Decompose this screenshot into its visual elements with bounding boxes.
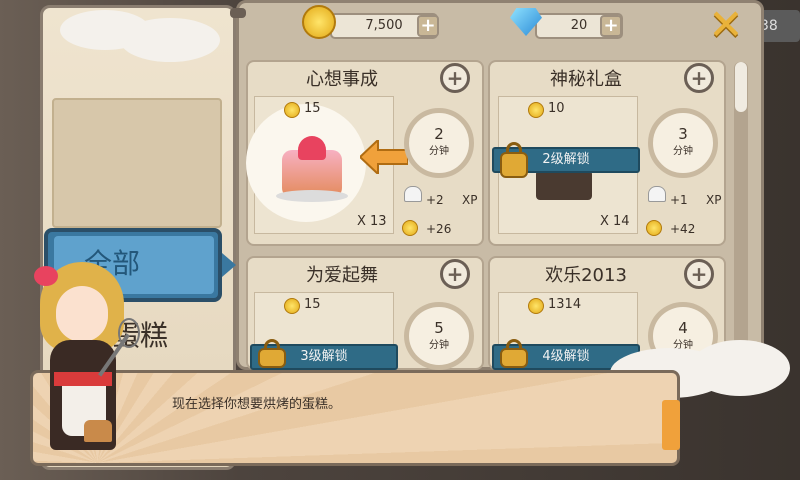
- tutorial-dialog[interactable]: [30, 370, 680, 466]
- cupcake-icon: [84, 420, 112, 442]
- lock-icon: [258, 348, 286, 368]
- recipe-title: 心想事成: [306, 69, 378, 90]
- whisk-icon: [118, 318, 140, 348]
- chef-icon: [648, 186, 666, 202]
- zoom-icon[interactable]: +: [684, 63, 714, 93]
- gem-balance-value: 20: [570, 18, 588, 33]
- bake-minutes: 4: [678, 319, 688, 337]
- coin-icon: [528, 102, 544, 118]
- clock-icon: 3 分钟: [648, 108, 718, 178]
- cloud-decoration: [690, 340, 790, 396]
- lock-icon: [500, 348, 528, 368]
- side-counter: 38: [758, 10, 800, 42]
- recipe-price: 1314: [548, 297, 582, 312]
- category-slot: [52, 98, 222, 228]
- heart-icon: [298, 136, 326, 160]
- cake-plate: [276, 190, 348, 202]
- recipe-price: 10: [548, 101, 565, 116]
- hair-bow-icon: [34, 266, 58, 286]
- clock-icon: 2 分钟: [404, 108, 474, 178]
- coin-gain: +42: [670, 222, 696, 236]
- scrollbar-thumb[interactable]: [735, 62, 747, 112]
- add-coins-button[interactable]: +: [417, 15, 439, 37]
- bake-minutes: 3: [678, 125, 688, 143]
- cloud-decoration: [120, 18, 220, 62]
- recipe-price: 15: [304, 101, 321, 116]
- zoom-icon[interactable]: +: [440, 63, 470, 93]
- clock-icon: 5 分钟: [404, 302, 474, 370]
- chef-icon: [404, 186, 422, 202]
- recipe-title: 神秘礼盒: [550, 69, 622, 90]
- recipe-title: 欢乐2013: [545, 265, 627, 286]
- coin-icon: [402, 220, 418, 236]
- coin-icon: [302, 5, 336, 39]
- next-arrow-icon[interactable]: [662, 400, 680, 450]
- bake-unit: 分钟: [429, 146, 449, 157]
- bake-minutes: 2: [434, 125, 444, 143]
- arrow-left-icon: [360, 140, 408, 174]
- zoom-icon[interactable]: +: [440, 259, 470, 289]
- xp-label: XP: [462, 193, 478, 207]
- recipe-quantity: X 14: [600, 214, 630, 229]
- bake-unit: 分钟: [429, 340, 449, 351]
- gift-box-image: [536, 170, 592, 200]
- add-gems-button[interactable]: +: [600, 15, 622, 37]
- lock-icon: [500, 152, 528, 178]
- bake-minutes: 5: [434, 319, 444, 337]
- xp-label: XP: [706, 193, 722, 207]
- coin-icon: [646, 220, 662, 236]
- panel-hinge: [230, 8, 246, 18]
- character-face: [56, 286, 108, 342]
- close-button[interactable]: ✕: [707, 4, 745, 46]
- coin-balance-value: 7,500: [365, 18, 403, 33]
- tab-pointer-icon: [222, 253, 236, 277]
- coin-gain: +26: [426, 222, 452, 236]
- xp-gain: +2: [426, 193, 444, 207]
- xp-gain: +1: [670, 193, 688, 207]
- recipe-price: 15: [304, 297, 321, 312]
- zoom-icon[interactable]: +: [684, 259, 714, 289]
- coin-icon: [284, 298, 300, 314]
- coin-icon: [528, 298, 544, 314]
- bake-unit: 分钟: [673, 146, 693, 157]
- character-sash: [54, 372, 112, 386]
- coin-icon: [284, 102, 300, 118]
- recipe-title: 为爱起舞: [306, 265, 378, 286]
- dialog-text: 现在选择你想要烘烤的蛋糕。: [172, 397, 342, 412]
- recipe-quantity: X 13: [357, 214, 387, 229]
